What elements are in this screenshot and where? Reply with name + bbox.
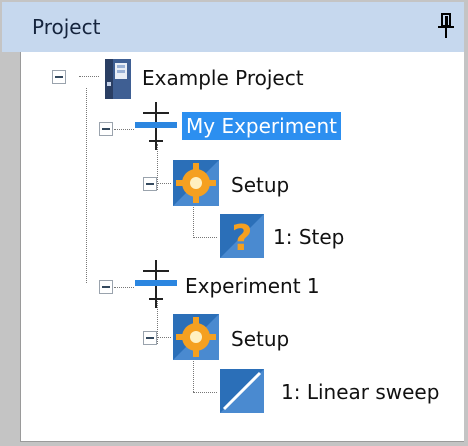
tree-item-label[interactable]: 1: Linear sweep [281,380,439,404]
linear-sweep-icon [220,369,264,413]
setup-expander[interactable] [143,331,157,345]
tree-connector [157,183,171,184]
gear-icon [173,314,219,360]
project-panel: Project Example Project My Experiment Se… [0,0,468,446]
panel-titlebar: Project [2,2,464,52]
tree-connector [86,88,87,283]
setup-expander[interactable] [143,177,157,191]
tree-connector [193,392,217,393]
gear-icon [173,160,219,206]
tree-item-label[interactable]: Setup [231,327,289,351]
svg-text:?: ? [232,218,253,259]
experiment-icon [135,260,177,308]
tree-item-label[interactable]: My Experiment [182,112,342,140]
tree-item-label[interactable]: Setup [231,173,289,197]
experiment-expander[interactable] [99,122,113,136]
experiment-icon [135,102,177,150]
panel-title: Project [32,15,101,39]
tree-connector [157,337,171,338]
step-icon: ? [220,214,264,259]
binder-icon [105,59,131,99]
tree-item-label[interactable]: Example Project [142,66,304,90]
tree-connector [193,237,217,238]
experiment-expander[interactable] [99,280,113,294]
tree-item-label[interactable]: Experiment 1 [185,274,320,298]
pin-icon[interactable] [436,12,456,40]
tree-item-label[interactable]: 1: Step [273,225,344,249]
project-tree: Example Project My Experiment Setup ? 1:… [20,52,464,442]
root-expander[interactable] [52,70,66,84]
